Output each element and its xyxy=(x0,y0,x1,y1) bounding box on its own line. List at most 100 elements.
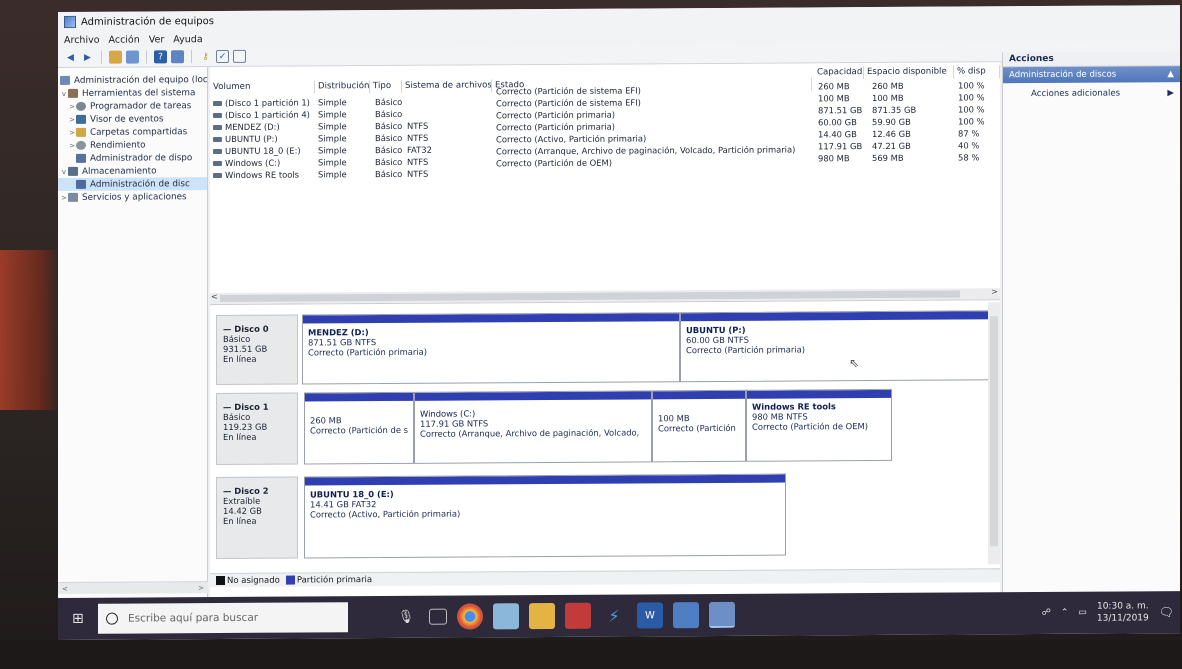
cell-capacidad: 980 MB xyxy=(818,153,850,164)
file-explorer-icon[interactable] xyxy=(529,602,555,630)
tree-item-shared-folders[interactable]: > Carpetas compartidas xyxy=(58,125,207,139)
volume-table-horizontal-scrollbar[interactable]: < > xyxy=(210,287,1000,305)
tree-item-event-viewer[interactable]: > Visor de eventos xyxy=(58,112,207,126)
monitor-bottom-bezel xyxy=(0,640,1182,669)
tree-item-storage[interactable]: v Almacenamiento xyxy=(58,164,207,178)
menu-accion[interactable]: Acción xyxy=(109,34,140,45)
tree-item-task-scheduler[interactable]: > Programador de tareas xyxy=(58,99,207,113)
more-actions-item[interactable]: Acciones adicionales ▶ xyxy=(1003,82,1180,99)
cell-pct: 87 % xyxy=(958,128,980,139)
chevron-up-icon[interactable]: ⌃ xyxy=(1061,608,1069,618)
tree-horizontal-scrollbar[interactable]: < > xyxy=(58,581,208,594)
col-espacio[interactable]: Espacio disponible xyxy=(864,65,954,80)
scroll-left-icon[interactable]: < xyxy=(211,292,218,301)
cell-capacidad: 14.40 GB xyxy=(818,129,857,140)
taskbar: ⊞ Escribe aquí para buscar 🎙 ⚡ W ☍ ⌃ ▭ 1… xyxy=(58,591,1180,640)
key-icon[interactable]: ⚷ xyxy=(199,50,212,63)
chrome-icon[interactable] xyxy=(457,603,483,630)
lightning-icon[interactable]: ⚡ xyxy=(601,603,627,629)
partition-ubuntu[interactable]: UBUNTU (P:) 60.00 GB NTFS Correcto (Part… xyxy=(680,310,998,383)
tree-item-label: Administrador de dispo xyxy=(90,152,193,164)
tree-item-device-manager[interactable]: Administrador de dispo xyxy=(58,151,207,165)
toolbar-separator xyxy=(146,50,147,64)
show-tree-icon[interactable] xyxy=(126,50,139,64)
partition-recovery[interactable]: 100 MB Correcto (Partición xyxy=(652,389,746,463)
partition-ubuntu-usb[interactable]: UBUNTU 18_0 (E:) 14.41 GB FAT32 Correcto… xyxy=(304,473,786,559)
tree-item-services[interactable]: > Servicios y aplicaciones xyxy=(58,190,207,204)
partition-windows-re[interactable]: Windows RE tools 980 MB NTFS Correcto (P… xyxy=(746,388,892,462)
app-icon[interactable] xyxy=(493,603,519,630)
disk-size: 931.51 GB xyxy=(223,343,268,354)
partition-efi[interactable]: 260 MB Correcto (Partición de s xyxy=(304,391,414,465)
properties-icon[interactable] xyxy=(171,50,184,64)
word-icon[interactable]: W xyxy=(637,602,663,629)
legend-primary: Partición primaria xyxy=(285,575,372,586)
tree-item-system-tools[interactable]: v Herramientas del sistema xyxy=(58,86,207,100)
partition-text: UBUNTU (P:) 60.00 GB NTFS Correcto (Part… xyxy=(681,319,997,359)
chevron-right-icon[interactable]: > xyxy=(68,115,76,123)
menu-ayuda[interactable]: Ayuda xyxy=(173,34,202,45)
task-view-icon[interactable] xyxy=(429,608,447,625)
search-placeholder: Escribe aquí para buscar xyxy=(128,611,259,625)
partition-mendez[interactable]: MENDEZ (D:) 871.51 GB NTFS Correcto (Par… xyxy=(302,312,680,385)
collapse-icon[interactable]: ▲ xyxy=(1167,69,1174,79)
disk-label[interactable]: — Disco 0 Básico 931.51 GB En línea xyxy=(216,314,298,386)
taskbar-search[interactable]: Escribe aquí para buscar xyxy=(98,602,348,634)
col-pct[interactable]: % disp xyxy=(954,65,1000,79)
people-icon[interactable]: ☍ xyxy=(1042,608,1051,618)
chevron-right-icon[interactable]: > xyxy=(68,128,76,136)
app-icon[interactable] xyxy=(673,602,699,629)
chevron-down-icon[interactable]: v xyxy=(60,167,68,175)
cell-capacidad: 871.51 GB xyxy=(818,105,863,116)
up-folder-icon[interactable] xyxy=(109,50,122,64)
chevron-down-icon[interactable]: v xyxy=(60,89,68,97)
cell-pct: 100 % xyxy=(958,92,985,103)
notifications-icon[interactable]: 🗨 xyxy=(1159,605,1174,619)
partition-windows-c[interactable]: Windows (C:) 117.91 GB NTFS Correcto (Ar… xyxy=(414,390,652,464)
checkmark-icon[interactable]: ✓ xyxy=(216,49,229,64)
disk-label[interactable]: — Disco 2 Extraíble 14.42 GB En línea xyxy=(216,476,298,560)
menu-archivo[interactable]: Archivo xyxy=(64,34,100,45)
scroll-right-icon[interactable]: > xyxy=(991,287,998,296)
col-capacidad[interactable]: Capacidad xyxy=(814,66,864,80)
scroll-left-icon[interactable]: < xyxy=(62,584,68,592)
disk-row-2: — Disco 2 Extraíble 14.42 GB En línea UB… xyxy=(216,472,996,560)
cell-pct: 40 % xyxy=(958,140,980,151)
tree-item-label: Administración del equipo (loc xyxy=(74,74,207,86)
battery-icon[interactable]: ▭ xyxy=(1078,608,1087,618)
help-icon[interactable]: ? xyxy=(154,50,167,64)
more-actions-label: Acciones adicionales xyxy=(1031,88,1121,100)
forward-arrow-icon[interactable]: ▶ xyxy=(81,51,94,64)
disk-view-vertical-scrollbar[interactable] xyxy=(988,302,1000,565)
tree-item-performance[interactable]: > Rendimiento xyxy=(58,138,207,152)
legend-bar: No asignado Partición primaria xyxy=(210,568,1000,588)
clock[interactable]: 10:30 a. m. 13/11/2019 xyxy=(1097,600,1149,624)
services-icon xyxy=(68,192,78,202)
event-viewer-icon xyxy=(76,114,86,124)
cell-capacidad: 60.00 GB xyxy=(818,117,857,128)
computer-management-icon[interactable] xyxy=(709,601,735,629)
actions-section-disk-management[interactable]: Administración de discos ▲ xyxy=(1003,66,1180,84)
tree-item-disk-management[interactable]: Administración de disc xyxy=(58,177,207,191)
start-button[interactable]: ⊞ xyxy=(58,598,98,640)
disk-label[interactable]: — Disco 1 Básico 119.23 GB En línea xyxy=(216,392,298,466)
menu-ver[interactable]: Ver xyxy=(149,34,165,45)
windows-logo-icon: ⊞ xyxy=(72,610,84,627)
cell-pct: 100 % xyxy=(958,80,985,91)
view-icon[interactable] xyxy=(233,49,246,63)
tree-item-label: Visor de eventos xyxy=(90,113,164,125)
scrollbar-thumb[interactable] xyxy=(990,316,998,547)
chevron-right-icon[interactable]: > xyxy=(68,141,76,149)
scroll-right-icon[interactable]: > xyxy=(198,584,204,592)
back-arrow-icon[interactable]: ◀ xyxy=(64,51,77,64)
disk-name: — Disco 1 xyxy=(223,401,269,412)
app-icon[interactable] xyxy=(565,602,591,629)
scrollbar-thumb[interactable] xyxy=(220,290,960,303)
cell-espacio: 59.90 GB xyxy=(872,116,911,128)
chevron-right-icon[interactable]: > xyxy=(60,193,68,201)
chevron-right-icon[interactable]: > xyxy=(68,102,76,110)
microphone-icon[interactable]: 🎙 xyxy=(393,604,419,630)
partition-state: Correcto (Activo, Partición primaria) xyxy=(310,508,461,520)
disk-kind: Básico xyxy=(223,333,251,344)
tree-item-root[interactable]: Administración del equipo (loc xyxy=(58,73,207,87)
